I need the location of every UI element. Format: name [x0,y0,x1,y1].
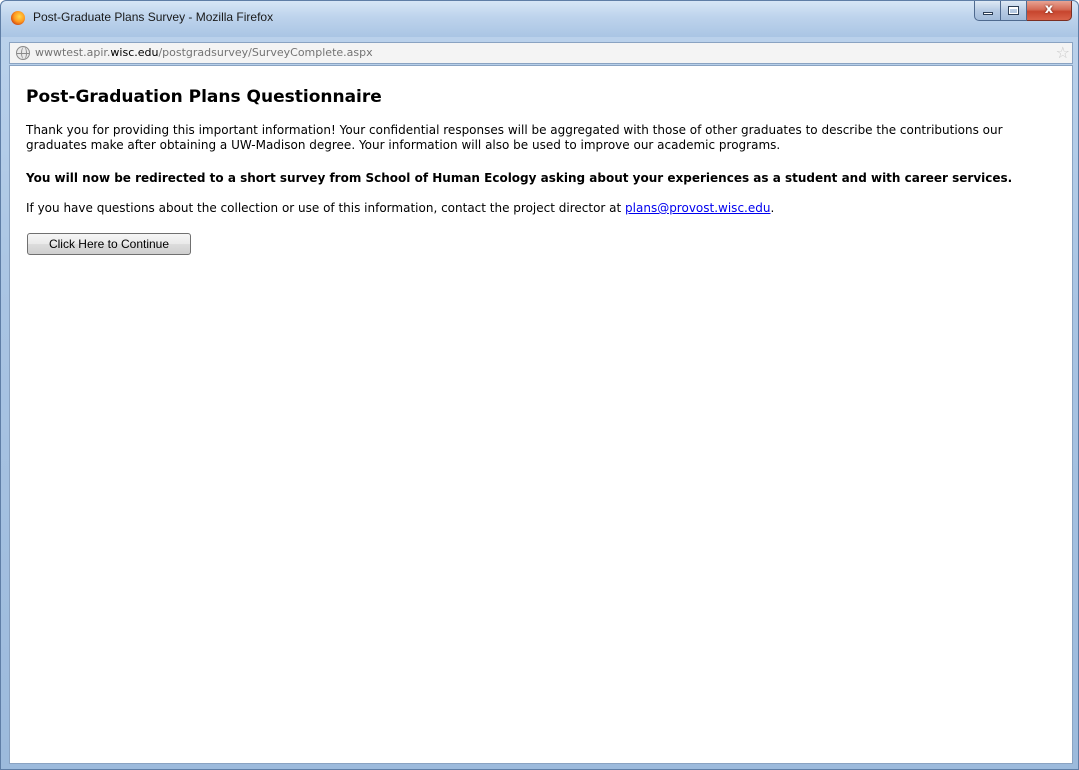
contact-paragraph: If you have questions about the collecti… [26,201,1066,216]
close-icon: x [1044,2,1054,17]
url-bar[interactable]: wwwtest.apir.wisc.edu/postgradsurvey/Sur… [9,42,1073,64]
minimize-icon [983,12,993,15]
window-title: Post-Graduate Plans Survey - Mozilla Fir… [33,10,274,24]
url-prefix: wwwtest.apir. [35,46,111,59]
firefox-icon[interactable] [11,11,25,25]
contact-period: . [770,201,775,215]
page-title: Post-Graduation Plans Questionnaire [26,87,382,107]
browser-window: Post-Graduate Plans Survey - Mozilla Fir… [0,0,1079,770]
minimize-button[interactable] [974,1,1001,21]
email-link[interactable]: plans@provost.wisc.edu [625,201,770,215]
url-domain: wisc.edu [110,46,159,59]
url-text[interactable]: wwwtest.apir.wisc.edu/postgradsurvey/Sur… [35,46,373,59]
bookmark-star-icon[interactable]: ☆ [1056,43,1070,63]
contact-text: If you have questions about the collecti… [26,201,626,215]
maximize-icon [1008,6,1019,15]
thank-you-paragraph: Thank you for providing this important i… [26,123,1003,152]
page-content: Post-Graduation Plans Questionnaire Than… [9,65,1073,764]
maximize-button[interactable] [1001,1,1027,21]
continue-button[interactable]: Click Here to Continue [27,233,191,255]
title-bar[interactable]: Post-Graduate Plans Survey - Mozilla Fir… [1,1,1078,37]
redirect-notice: You will now be redirected to a short su… [26,171,1013,185]
close-button[interactable]: x [1027,1,1072,21]
globe-icon[interactable] [16,46,30,60]
url-path: /postgradsurvey/SurveyComplete.aspx [158,46,373,59]
window-controls: x [974,1,1072,21]
